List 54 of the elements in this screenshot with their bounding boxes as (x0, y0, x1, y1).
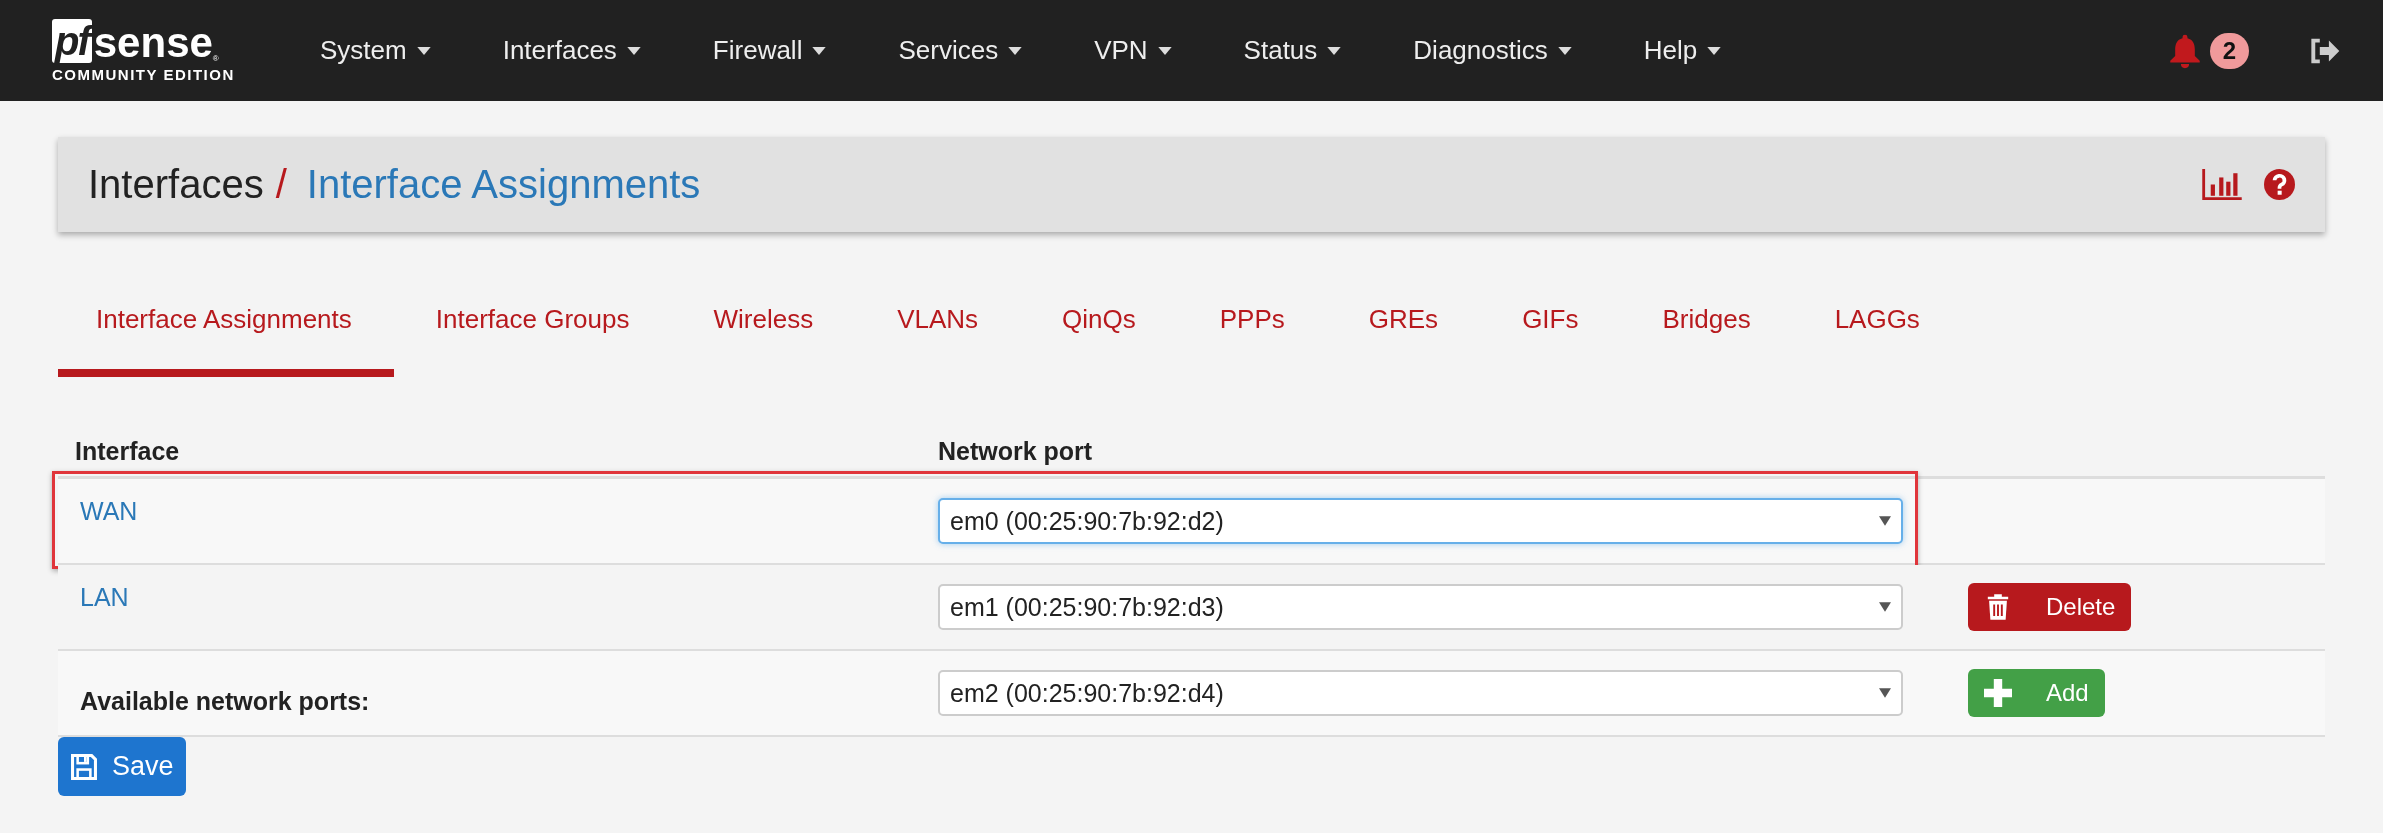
nav-menu-item[interactable]: Services (898, 35, 1023, 66)
tab[interactable]: Bridges (1624, 292, 1793, 377)
available-ports-label: Available network ports: (80, 686, 371, 716)
tab[interactable]: PPPs (1181, 292, 1327, 377)
port-select[interactable]: em2 (00:25:90:7b:92:d4) (938, 670, 1903, 716)
tab[interactable]: GIFs (1484, 292, 1621, 377)
add-button[interactable]: Add (1968, 669, 2105, 717)
interface-link[interactable]: WAN (80, 497, 138, 525)
nav-menu-item[interactable]: System (320, 35, 431, 66)
caret-icon (1327, 46, 1342, 55)
save-button[interactable]: Save (58, 737, 186, 796)
nav-menu-item[interactable]: Help (1643, 35, 1722, 66)
help-icon[interactable] (2264, 169, 2295, 200)
logout-icon[interactable] (2309, 37, 2341, 64)
delete-button[interactable]: Delete (1968, 583, 2132, 631)
logo-edition: COMMUNITY EDITION (52, 65, 235, 83)
breadcrumb-parent: Interfaces (88, 162, 264, 207)
caret-icon (1157, 46, 1172, 55)
nav-menu-item[interactable]: Status (1243, 35, 1342, 66)
plus-icon (1984, 679, 2012, 707)
caret-icon (416, 46, 431, 55)
nav-menu-item[interactable]: VPN (1094, 35, 1172, 66)
bar-chart-icon[interactable] (2202, 169, 2242, 200)
nav-menu-item[interactable]: Firewall (712, 35, 827, 66)
caret-icon (626, 46, 641, 55)
notification-count[interactable]: 2 (2209, 32, 2249, 69)
column-header: Interface (74, 437, 181, 466)
tab[interactable]: Interface Groups (397, 292, 672, 377)
interface-link[interactable]: LAN (80, 583, 129, 611)
caret-icon (1557, 46, 1572, 55)
tab[interactable]: Interface Assignments (58, 292, 394, 377)
port-select[interactable]: em1 (00:25:90:7b:92:d3) (938, 584, 1903, 630)
bell-icon[interactable] (2167, 32, 2202, 69)
caret-icon (1707, 46, 1722, 55)
nav-menu-item[interactable]: Interfaces (502, 35, 641, 66)
logo-mark: pf (52, 18, 92, 63)
tab[interactable]: Wireless (675, 292, 856, 377)
tab[interactable]: VLANs (859, 292, 1021, 377)
port-select[interactable]: em0 (00:25:90:7b:92:d2) (938, 498, 1903, 544)
tab[interactable]: QinQs (1024, 292, 1178, 377)
tab[interactable]: LAGGs (1796, 292, 1962, 377)
caret-icon (812, 46, 827, 55)
tab[interactable]: GREs (1330, 292, 1481, 377)
breadcrumb-link[interactable]: Interface Assignments (306, 162, 701, 207)
caret-icon (1008, 46, 1023, 55)
breadcrumb-separator: / (275, 162, 287, 207)
column-header: Network port (938, 437, 1094, 466)
nav-menu-item[interactable]: Diagnostics (1413, 35, 1572, 66)
logo[interactable]: pfsense® COMMUNITY EDITION (52, 18, 262, 83)
caret-icon (1879, 516, 1891, 526)
logo-name: sense (93, 22, 213, 63)
registered-mark: ® (212, 53, 219, 63)
caret-icon (1879, 688, 1891, 698)
caret-icon (1879, 602, 1891, 612)
